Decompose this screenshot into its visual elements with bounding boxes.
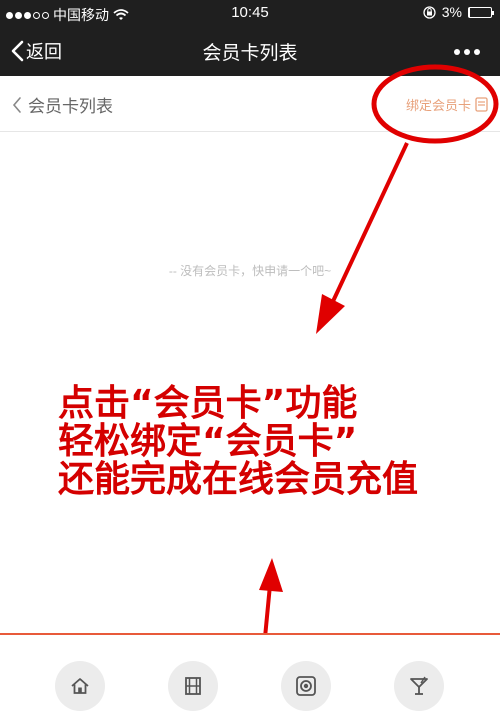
battery-percent: 3%	[441, 4, 462, 20]
more-icon[interactable]	[454, 49, 480, 55]
page-back-button[interactable]: 会员卡列表	[12, 92, 113, 117]
orientation-lock-icon	[423, 5, 436, 19]
annotation-line: 还能完成在线会员充值	[58, 459, 419, 500]
card-icon	[475, 97, 488, 112]
bind-card-label: 绑定会员卡	[405, 98, 471, 113]
camera-icon	[296, 676, 316, 696]
page-header: 会员卡列表 绑定会员卡	[0, 76, 500, 132]
empty-message: -- 没有会员卡，快申请一个吧~	[168, 264, 332, 278]
status-bar: 中国移动 10:45 3%	[0, 0, 500, 26]
arrow-up-shaft	[326, 142, 409, 313]
nav-title: 会员卡列表	[202, 43, 298, 64]
tab-home[interactable]	[55, 661, 105, 711]
battery-icon	[468, 6, 494, 18]
tab-movies[interactable]	[168, 661, 218, 711]
home-icon	[71, 678, 89, 694]
nav-bar: 返回 会员卡列表	[0, 26, 500, 76]
chevron-left-icon	[12, 96, 21, 113]
cocktail-icon	[410, 676, 428, 695]
tab-bar	[0, 635, 500, 711]
status-right: 3%	[423, 4, 494, 20]
bind-card-link[interactable]: 绑定会员卡	[406, 95, 488, 114]
tab-camera[interactable]	[281, 661, 331, 711]
annotation-line: 点击“会员卡”功能	[58, 383, 358, 424]
annotation-line: 轻松绑定“会员卡”	[58, 421, 358, 462]
annotation-text: 点击“会员卡”功能 轻松绑定“会员卡” 还能完成在线会员充值	[58, 385, 418, 499]
film-icon	[185, 677, 201, 695]
arrow-up-head	[316, 294, 345, 334]
page-title: 会员卡列表	[28, 97, 113, 116]
arrow-bottom-head	[259, 558, 283, 592]
tab-drinks[interactable]	[394, 661, 444, 711]
